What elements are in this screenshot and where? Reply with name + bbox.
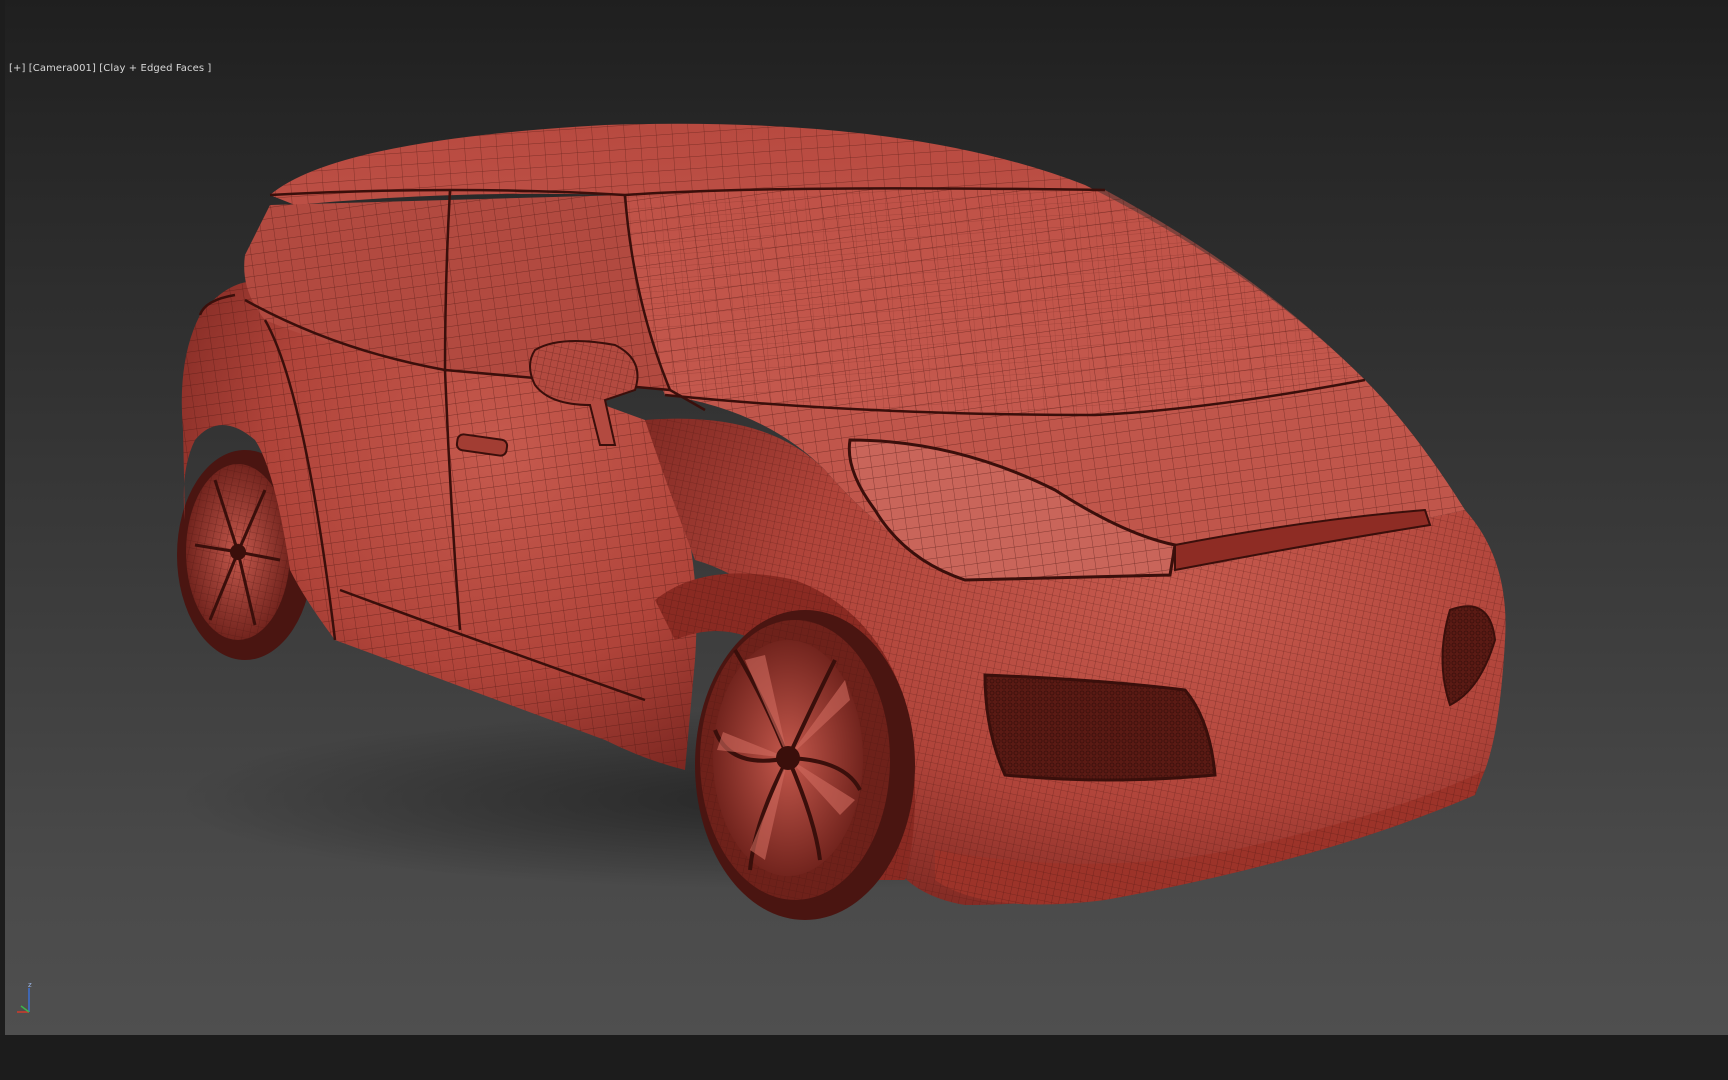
viewport-menu-plus[interactable]: [+]	[9, 63, 25, 74]
y-axis-line	[20, 1005, 30, 1013]
front-wheel	[695, 610, 915, 920]
z-axis-label: z	[28, 981, 32, 989]
car-model-wireframe[interactable]	[5, 0, 1728, 1035]
camera-viewport[interactable]: [+] [Camera001] [Clay + Edged Faces ] z	[5, 0, 1728, 1035]
viewport-label: [+] [Camera001] [Clay + Edged Faces ]	[9, 63, 211, 74]
viewport-camera-menu[interactable]: [Camera001]	[29, 63, 96, 74]
viewport-shading-menu[interactable]: [Clay + Edged Faces ]	[99, 63, 211, 74]
axis-gizmo-icon: z	[17, 981, 32, 1013]
bottom-bar	[0, 1035, 1728, 1080]
app-window: [+] [Camera001] [Clay + Edged Faces ] z	[0, 0, 1728, 1080]
